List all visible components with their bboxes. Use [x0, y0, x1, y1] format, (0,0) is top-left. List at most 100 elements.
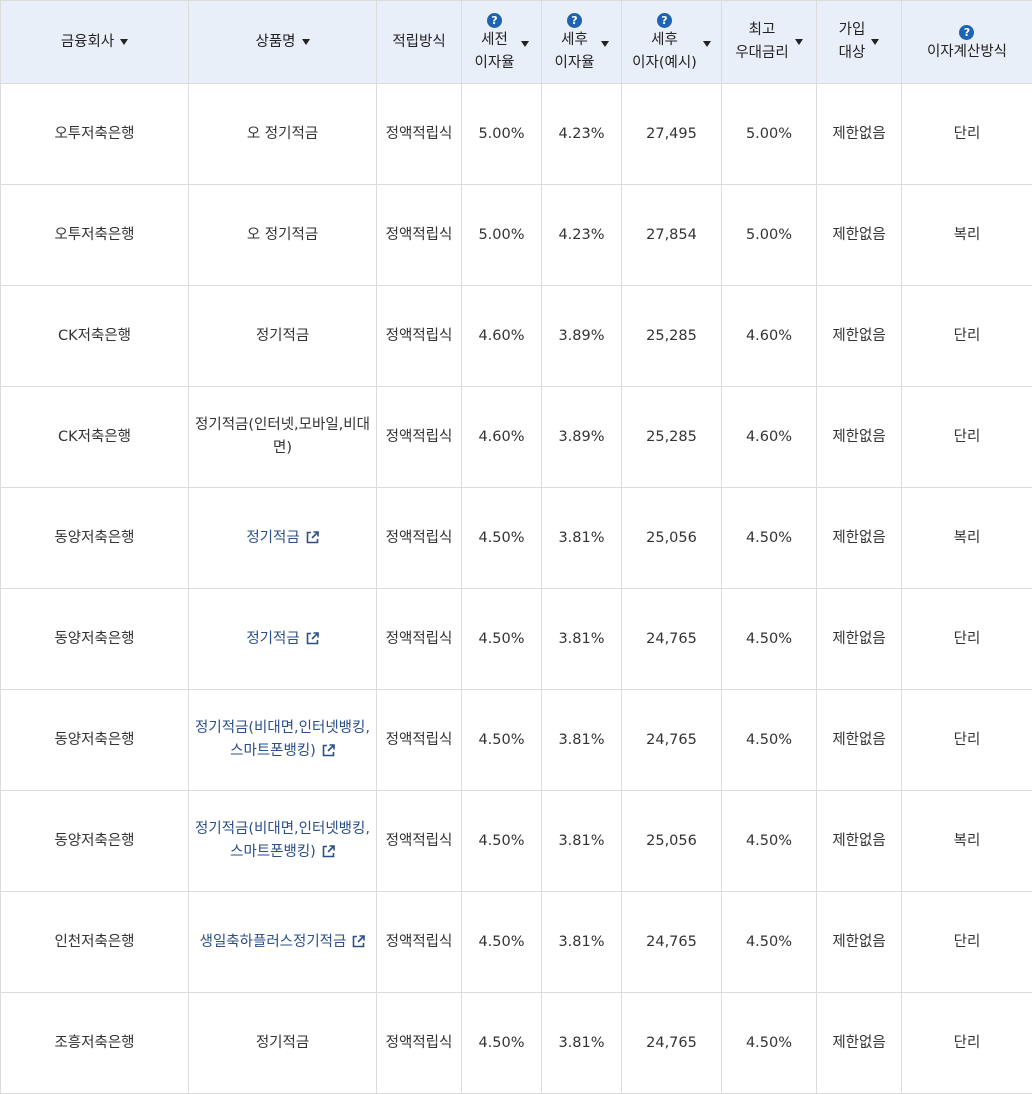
cell-post-tax-rate: 3.81%	[541, 689, 622, 791]
product-link[interactable]: 정기적금(비대면,인터넷뱅킹,스마트폰뱅킹)	[195, 821, 370, 860]
table-row[interactable]: 동양저축은행 정기적금(비대면,인터넷뱅킹,스마트폰뱅킹) 정액적립식 4.50% 3.…	[0, 689, 1032, 791]
product-link[interactable]: 정기적금	[246, 631, 319, 647]
product-link[interactable]: 생일축하플러스정기적금	[200, 934, 366, 950]
cell-company: 조흥저축은행	[0, 992, 189, 1094]
company-name: 조흥저축은행	[54, 1034, 135, 1051]
cell-post-tax-interest: 27,854	[621, 184, 722, 286]
cell-product[interactable]: 정기적금(비대면,인터넷뱅킹,스마트폰뱅킹)	[188, 790, 377, 892]
cell-product[interactable]: 정기적금	[188, 487, 377, 589]
sort-caret-icon[interactable]	[871, 39, 880, 45]
table-row[interactable]: 오투저축은행 오 정기적금 정액적립식 5.00% 4.23% 27,854 5.00% 제한…	[0, 184, 1032, 286]
table-row[interactable]: 동양저축은행 정기적금 정액적립식 4.50% 3.81% 25,056 4.50% 제한없음…	[0, 487, 1032, 589]
method-value: 정액적립식	[385, 832, 453, 849]
join-target-value: 제한없음	[832, 731, 886, 748]
product-name: 정기적금	[255, 327, 310, 344]
cell-join-target: 제한없음	[816, 790, 902, 892]
table-row[interactable]: 인천저축은행 생일축하플러스정기적금 정액적립식 4.50% 3.81% 24,765 4.…	[0, 891, 1032, 993]
cell-product[interactable]: 생일축하플러스정기적금	[188, 891, 377, 993]
cell-calc-method: 복리	[901, 790, 1032, 892]
calc-method-value: 단리	[953, 731, 981, 748]
cell-max-rate: 4.50%	[721, 992, 817, 1094]
header-join-target[interactable]: 가입 대상	[816, 0, 902, 84]
header-pre-tax-rate[interactable]: ? 세전 이자율	[461, 0, 542, 84]
join-target-value: 제한없음	[832, 933, 886, 950]
header-calc-label: 이자계산방식	[926, 43, 1008, 60]
external-link-icon[interactable]	[352, 934, 366, 948]
cell-pre-tax-rate: 4.50%	[461, 790, 542, 892]
external-link-icon[interactable]	[322, 744, 335, 757]
header-max-preferential-rate[interactable]: 최고 우대금리	[721, 0, 817, 84]
cell-calc-method: 단리	[901, 588, 1032, 690]
help-icon[interactable]: ?	[567, 13, 582, 28]
sort-caret-icon[interactable]	[600, 41, 609, 47]
table-row[interactable]: CK저축은행 정기적금(인터넷,모바일,비대면) 정액적립식 4.60% 3.89% 25…	[0, 386, 1032, 488]
post-tax-interest-value: 24,765	[646, 731, 697, 748]
method-value: 정액적립식	[385, 731, 453, 748]
cell-post-tax-interest: 25,285	[621, 285, 722, 387]
cell-join-target: 제한없음	[816, 992, 902, 1094]
method-value: 정액적립식	[385, 1034, 453, 1051]
table-row[interactable]: 동양저축은행 정기적금 정액적립식 4.50% 3.81% 24,765 4.50% 제한없음…	[0, 588, 1032, 690]
post-tax-rate-value: 4.23%	[558, 125, 605, 142]
cell-company: 동양저축은행	[0, 487, 189, 589]
header-product[interactable]: 상품명	[188, 0, 377, 84]
max-rate-value: 4.50%	[745, 933, 793, 950]
header-company[interactable]: 금융회사	[0, 0, 189, 84]
cell-max-rate: 4.50%	[721, 588, 817, 690]
cell-post-tax-interest: 24,765	[621, 588, 722, 690]
cell-post-tax-interest: 25,056	[621, 487, 722, 589]
header-post-tax-rate[interactable]: ? 세후 이자율	[541, 0, 622, 84]
table-row[interactable]: 동양저축은행 정기적금(비대면,인터넷뱅킹,스마트폰뱅킹) 정액적립식 4.50% 3.…	[0, 790, 1032, 892]
cell-post-tax-rate: 3.81%	[541, 588, 622, 690]
post-tax-rate-value: 3.81%	[558, 731, 605, 748]
company-name: 인천저축은행	[54, 933, 135, 950]
cell-product[interactable]: 정기적금(비대면,인터넷뱅킹,스마트폰뱅킹)	[188, 689, 377, 791]
table-row[interactable]: CK저축은행 정기적금 정액적립식 4.60% 3.89% 25,285 4.60% 제한없음…	[0, 285, 1032, 387]
product-name: 오 정기적금	[246, 226, 319, 243]
external-link-icon[interactable]	[322, 845, 335, 858]
post-tax-rate-value: 3.81%	[558, 529, 605, 546]
header-post-tax-interest[interactable]: ? 세후 이자(예시)	[621, 0, 722, 84]
cell-method: 정액적립식	[376, 83, 462, 185]
post-tax-interest-value: 24,765	[646, 630, 697, 647]
external-link-icon[interactable]	[306, 631, 319, 645]
pre-tax-rate-value: 4.60%	[478, 327, 525, 344]
sort-caret-icon[interactable]	[301, 39, 310, 45]
cell-company: 오투저축은행	[0, 184, 189, 286]
help-icon[interactable]: ?	[959, 24, 975, 40]
product-link[interactable]: 정기적금	[246, 530, 319, 546]
product-link[interactable]: 정기적금(비대면,인터넷뱅킹,스마트폰뱅킹)	[195, 720, 370, 759]
cell-join-target: 제한없음	[816, 386, 902, 488]
header-post-tax-label-2: 이자율	[554, 55, 595, 71]
header-target-label-2: 대상	[838, 45, 866, 61]
method-value: 정액적립식	[385, 125, 453, 142]
cell-product[interactable]: 정기적금	[188, 588, 377, 690]
calc-method-value: 단리	[953, 630, 981, 647]
table-row[interactable]: 조흥저축은행 정기적금 정액적립식 4.50% 3.81% 24,765 4.50% 제한없음…	[0, 992, 1032, 1094]
company-name: CK저축은행	[58, 327, 131, 344]
cell-method: 정액적립식	[376, 487, 462, 589]
method-value: 정액적립식	[385, 327, 453, 344]
help-icon[interactable]: ?	[487, 13, 502, 28]
cell-method: 정액적립식	[376, 184, 462, 286]
cell-calc-method: 복리	[901, 487, 1032, 589]
sort-caret-icon[interactable]	[520, 41, 529, 47]
cell-calc-method: 단리	[901, 83, 1032, 185]
sort-caret-icon[interactable]	[794, 39, 803, 45]
cell-post-tax-rate: 4.23%	[541, 184, 622, 286]
external-link-icon[interactable]	[306, 530, 319, 544]
cell-max-rate: 4.60%	[721, 386, 817, 488]
cell-company: 동양저축은행	[0, 689, 189, 791]
cell-max-rate: 5.00%	[721, 83, 817, 185]
sort-caret-icon[interactable]	[120, 39, 129, 45]
company-name: 오투저축은행	[54, 226, 135, 243]
sort-caret-icon[interactable]	[702, 41, 711, 47]
product-name: 정기적금(비대면,인터넷뱅킹,스마트폰뱅킹)	[195, 821, 370, 860]
help-icon[interactable]: ?	[657, 13, 672, 28]
header-method: 적립방식	[376, 0, 462, 84]
cell-join-target: 제한없음	[816, 891, 902, 993]
cell-join-target: 제한없음	[816, 689, 902, 791]
pre-tax-rate-value: 5.00%	[478, 125, 525, 142]
table-row[interactable]: 오투저축은행 오 정기적금 정액적립식 5.00% 4.23% 27,495 5.00% 제한…	[0, 83, 1032, 185]
cell-company: CK저축은행	[0, 386, 189, 488]
